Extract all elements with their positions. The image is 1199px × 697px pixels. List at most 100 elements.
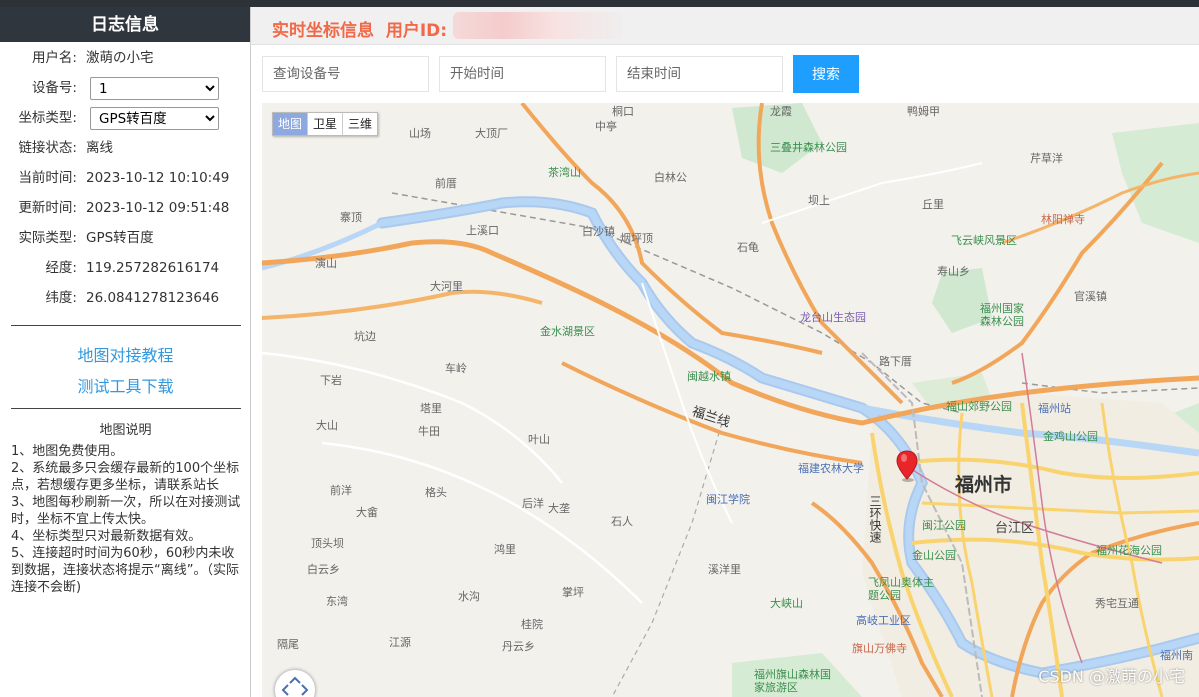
place-label: 大垄 [548,502,570,515]
device-select[interactable]: 1 [90,77,219,100]
place-label: 上溪口 [466,224,499,237]
city-label: 福州市 [955,474,1013,496]
tutorial-link[interactable]: 地图对接教程 [0,342,251,366]
place-label: 水沟 [458,590,480,603]
divider [11,325,241,326]
page-title: 实时坐标信息 用户ID: [272,16,447,41]
poi-label: 林阳禅寺 [1041,213,1085,226]
current-time-label: 当前时间: [18,170,77,186]
longitude-value: 119.257282616174 [86,260,220,276]
search-button[interactable]: 搜索 [793,55,859,93]
map-view[interactable]: 福州市 台江区 福兰线 三环快速 三叠井森林公园 茶湾山 金水湖景区 闽越水镇 … [262,103,1199,697]
place-label: 鸿里 [494,543,516,556]
coord-type-row: 坐标类型: GPS转百度 [0,103,251,133]
poi-label: 金水湖景区 [540,325,595,338]
device-row: 设备号: 1 [0,73,251,103]
place-label: 中亭 [595,120,617,133]
poi-label: 闽江学院 [706,493,750,506]
place-label: 龙霞 [770,105,792,118]
location-pin-icon[interactable] [895,450,919,482]
poi-label: 金鸡山公园 [1043,430,1098,443]
username-row: 用户名: 激萌の小宅 [0,43,251,73]
place-label: 烟坪顶 [620,232,653,245]
update-time-row: 更新时间: 2023-10-12 09:51:48 [0,193,251,223]
map-type-3d[interactable]: 三维 [343,113,377,135]
place-label: 前洋 [330,484,352,497]
poi-label: 福山郊野公园 [946,400,1012,413]
notes-list: 1、地图免费使用。 2、系统最多只会缓存最新的100个坐标点，若想缓存更多坐标，… [11,443,244,596]
place-label: 大畲 [356,506,378,519]
actual-type-value: GPS转百度 [86,230,154,246]
place-label: 鸭姆甲 [907,105,940,118]
map-type-satellite[interactable]: 卫星 [308,113,344,135]
link-status-label: 链接状态: [18,140,77,156]
place-label: 东湾 [326,595,348,608]
sidebar: 日志信息 用户名: 激萌の小宅 设备号: 1 坐标类型: GPS转百度 链接状态… [0,7,251,697]
coord-type-select[interactable]: GPS转百度 [90,107,219,130]
start-time-input[interactable] [439,56,606,92]
place-label: 下岩 [320,374,342,387]
latitude-row: 纬度: 26.0841278123646 [0,283,251,313]
place-label: 隔尾 [277,638,299,651]
place-label: 秀宅互通 [1095,597,1139,610]
device-search-input[interactable] [262,56,429,92]
place-label: 大河里 [430,280,463,293]
note-item: 1、地图免费使用。 [11,444,124,459]
place-label: 丹云乡 [502,640,535,653]
place-label: 寨顶 [340,211,362,224]
place-label: 桂院 [521,618,543,631]
place-label: 山场 [409,127,431,140]
place-label: 溪洋里 [708,563,741,576]
map-navigation-control[interactable] [274,669,316,697]
map-labels: 福州市 台江区 福兰线 三环快速 三叠井森林公园 茶湾山 金水湖景区 闽越水镇 … [262,103,1199,697]
note-item: 2、系统最多只会缓存最新的100个坐标点，若想缓存更多坐标，请联系站长 [11,461,240,493]
user-id-redacted [453,12,623,39]
place-label: 大顶厂 [475,127,508,140]
place-label: 寿山乡 [937,265,970,278]
notes-title: 地图说明 [99,423,152,438]
poi-label: 飞云峡风景区 [951,234,1017,247]
divider [11,408,241,409]
poi-label: 福州花海公园 [1096,544,1162,557]
place-label: 白云乡 [307,563,340,576]
poi-label: 闽越水镇 [687,370,731,383]
device-label: 设备号: [31,80,77,96]
latitude-value: 26.0841278123646 [86,290,220,306]
note-item: 4、坐标类型只对最新数据有效。 [11,529,202,544]
poi-label: 闽江公园 [922,519,966,532]
place-label: 坝上 [808,194,830,207]
coord-type-label: 坐标类型: [18,110,77,126]
road-label: 三环快速 [868,495,882,543]
current-time-row: 当前时间: 2023-10-12 10:10:49 [0,163,251,193]
place-label: 官溪镇 [1074,290,1107,303]
place-label: 芹草洋 [1030,152,1063,165]
update-time-label: 更新时间: [18,200,77,216]
place-label: 车岭 [445,362,467,375]
place-label: 大山 [316,419,338,432]
place-label: 江源 [389,636,411,649]
place-label: 石龟 [737,241,759,254]
place-label: 顶头坝 [311,537,344,550]
poi-label: 福州旗山森林国家旅游区 [754,668,831,694]
poi-label: 福州南 [1160,649,1193,662]
place-label: 白林公 [654,171,687,184]
place-label: 后洋 [522,497,544,510]
poi-label: 龙台山生态园 [800,311,866,324]
place-label: 白沙镇 [582,225,615,238]
longitude-row: 经度: 119.257282616174 [0,253,251,283]
poi-label: 旗山万佛寺 [852,642,907,655]
latitude-label: 纬度: [45,290,77,306]
end-time-input[interactable] [616,56,783,92]
district-label: 台江区 [995,521,1035,536]
place-label: 桐口 [612,105,634,118]
tool-download-link[interactable]: 测试工具下载 [0,373,251,397]
current-time-value: 2023-10-12 10:10:49 [86,170,230,186]
map-type-map[interactable]: 地图 [273,113,309,135]
poi-label: 福建农林大学 [798,462,864,475]
map-type-switcher: 地图 卫星 三维 [272,112,379,136]
poi-label: 三叠井森林公园 [770,141,847,154]
poi-label: 高岐工业区 [856,614,911,627]
longitude-label: 经度: [45,260,77,276]
place-label: 牛田 [418,425,440,438]
link-status-value: 离线 [86,140,113,156]
